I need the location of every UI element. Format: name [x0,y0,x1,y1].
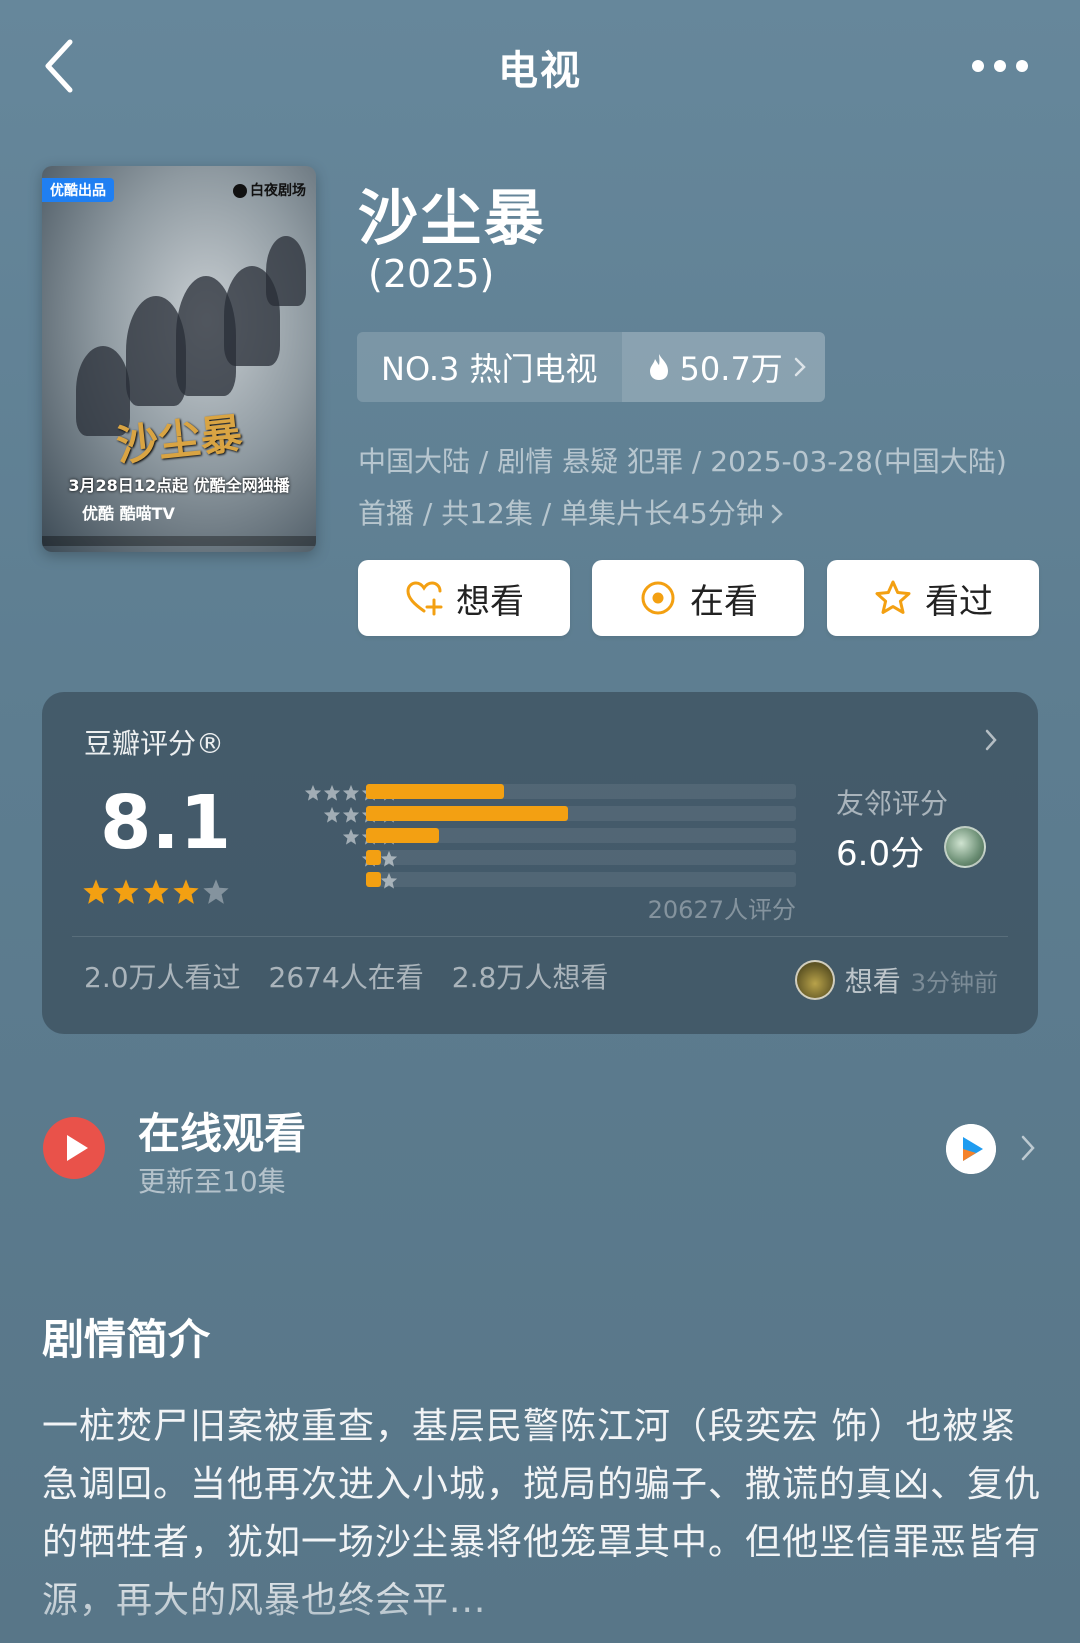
poster-image[interactable]: 优酷出品 白夜剧场 沙尘暴 3月28日12点起 优酷全网独播 优酷 酷喵TV [42,166,316,552]
rating-distribution [366,784,796,894]
watched-label: 看过 [925,581,993,622]
page-title: 电视 [498,48,582,94]
rating-bar-fill [366,872,382,887]
rating-bar-fill [366,850,382,865]
rating-bar-3-star [366,828,796,843]
flame-icon [649,354,668,380]
watching-button[interactable]: 在看 [592,560,804,636]
douban-rating-label: 豆瓣评分® [84,727,225,760]
want-label: 想看 [456,581,524,622]
play-icon[interactable] [42,1116,106,1180]
recent-time: 3分钟前 [910,968,998,997]
user-avatar [794,960,835,1000]
synopsis-title: 剧情简介 [42,1315,211,1364]
show-meta[interactable]: 中国大陆 / 剧情 悬疑 犯罪 / 2025-03-28(中国大陆) 首播 / … [358,436,1018,540]
star-filled-icon [143,879,169,904]
rating-bar-1-star [366,872,796,887]
poster-brand: 白夜剧场 [233,180,306,200]
recent-activity[interactable]: 想看 3分钟前 [794,960,998,1000]
poster-badge: 优酷出品 [42,178,114,202]
heat-button[interactable]: 50.7万 [621,332,825,402]
poster-platforms: 优酷 酷喵TV [82,504,175,523]
star-filled-icon [173,879,199,904]
neighbor-avatar[interactable] [944,826,986,868]
chevron-right-icon [794,357,806,377]
bottom-fade [0,1560,1080,1643]
star-empty-icon [203,879,229,904]
poster-date: 3月28日12点起 优酷全网独播 [68,476,290,495]
rating-bar-2-star [366,850,796,865]
star-small-icon [323,806,341,823]
heart-plus-icon [406,581,443,616]
rating-bar-4-star [366,806,796,821]
stat-want: 2.8万人想看 [451,961,609,994]
star-filled-icon [83,879,109,904]
rating-bar-fill [366,806,569,821]
star-small-icon [342,784,360,801]
rating-bar-fill [366,784,504,799]
recent-action: 想看 [844,965,901,998]
more-icon[interactable] [972,54,1032,78]
rating-bar-5-star [366,784,796,799]
star-outline-icon [875,580,911,614]
heat-value: 50.7万 [679,350,783,388]
rating-bar-fill [366,828,440,843]
neighbor-rating-score: 6.0分 [836,834,925,874]
stat-watching: 2674人在看 [268,961,424,994]
show-year: (2025) [368,252,495,296]
poster-calligraphy: 沙尘暴 [114,408,245,471]
watched-button[interactable]: 看过 [827,560,1039,636]
poster-footer [42,536,316,546]
show-title: 沙尘暴 [358,184,547,254]
star-small-icon [304,784,322,801]
target-icon [641,581,675,615]
star-filled-icon [113,879,139,904]
rating-score: 8.1 [100,780,232,866]
star-small-icon [323,784,341,801]
online-watch-subtitle: 更新至10集 [138,1165,286,1198]
online-watch-title[interactable]: 在线观看 [138,1100,306,1161]
neighbor-rating-label: 友邻评分 [836,787,949,820]
ranking-pill[interactable]: NO.3 热门电视 50.7万 [357,332,825,402]
chevron-right-icon[interactable] [984,728,998,752]
watch-stats: 2.0万人看过 2674人在看 2.8万人想看 [84,956,608,996]
rating-count: 20627人评分 [647,896,796,924]
rank-label[interactable]: NO.3 热门电视 [357,332,622,402]
chevron-right-icon [771,504,783,524]
star-small-icon [342,806,360,823]
want-to-watch-button[interactable]: 想看 [358,560,570,636]
chevron-right-icon[interactable] [1020,1134,1036,1162]
stat-watched: 2.0万人看过 [84,961,241,994]
youku-icon[interactable] [946,1124,996,1174]
star-small-icon [342,828,360,845]
rating-card[interactable]: 豆瓣评分® 8.1 20627人评分 友邻评分 6.0分 2.0万人看过 267… [42,692,1038,1034]
watching-label: 在看 [690,581,758,622]
rating-stars [82,878,230,906]
divider [72,936,1008,937]
